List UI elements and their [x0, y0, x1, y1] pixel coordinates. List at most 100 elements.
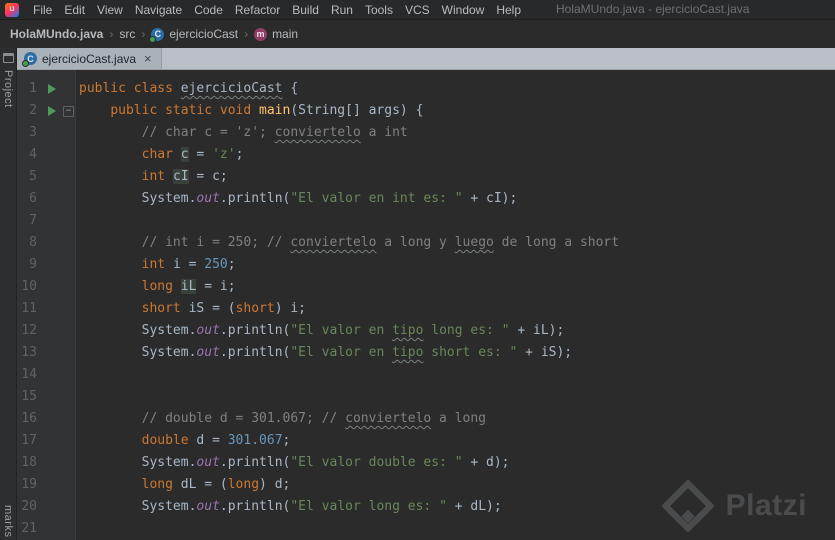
code-line-15[interactable] [79, 386, 835, 408]
code-line-8[interactable]: // int i = 250; // conviertelo a long y … [79, 232, 835, 254]
code-token: out [196, 191, 220, 206]
code-line-3[interactable]: // char c = 'z'; conviertelo a int [79, 122, 835, 144]
line-number: 11 [21, 301, 37, 316]
gutter-line-8: 8 [17, 232, 75, 254]
code-line-2[interactable]: public static void main(String[] args) { [79, 100, 835, 122]
code-token: (String[] args) { [290, 103, 424, 118]
breadcrumb-item-holamundo.java[interactable]: HolaMUndo.java [8, 27, 105, 41]
code-line-4[interactable]: char c = 'z'; [79, 144, 835, 166]
code-line-18[interactable]: System.out.println("El valor double es: … [79, 452, 835, 474]
menu-items: File Edit View Navigate Code Refactor Build Run… [27, 0, 527, 19]
code-token: conviertelo [345, 411, 432, 426]
class-icon: C [22, 52, 37, 67]
code-token: long es: " [423, 323, 510, 338]
menu-file[interactable]: File [27, 0, 58, 20]
fold-collapse-icon[interactable] [63, 106, 74, 117]
code-token: .println( [219, 345, 291, 360]
code-line-13[interactable]: System.out.println("El valor en tipo sho… [79, 342, 835, 364]
menu-run[interactable]: Run [325, 0, 359, 20]
toolwindow-button-bookmarks[interactable]: marks [2, 505, 14, 537]
code-token: conviertelo [290, 235, 377, 250]
gutter-line-7: 7 [17, 210, 75, 232]
code-token: out [196, 345, 220, 360]
line-number: 5 [29, 169, 37, 184]
code-token: "El valor en [290, 345, 393, 360]
code-line-17[interactable]: double d = 301.067; [79, 430, 835, 452]
main-area: Project marks C ejercicioCast.java × 123… [0, 48, 835, 540]
ide-window: IJ File Edit View Navigate Code Refactor Build… [0, 0, 835, 540]
code-line-16[interactable]: // double d = 301.067; // conviertelo a … [79, 408, 835, 430]
code-token: .println( [219, 499, 291, 514]
code-token: ; [282, 433, 291, 448]
menu-tools[interactable]: Tools [359, 0, 399, 20]
code-line-19[interactable]: long dL = (long) d; [79, 474, 835, 496]
breadcrumb-item-ejerciciocast[interactable]: CejercicioCast [149, 27, 240, 43]
code-token: short es: " [423, 345, 518, 360]
code-line-9[interactable]: int i = 250; [79, 254, 835, 276]
code-line-14[interactable] [79, 364, 835, 386]
gutter-line-14: 14 [17, 364, 75, 386]
code-token: cI [172, 169, 189, 184]
run-icon[interactable] [48, 84, 56, 94]
toolwindow-button-project[interactable]: Project [2, 70, 14, 108]
menu-bar: IJ File Edit View Navigate Code Refactor Build… [0, 0, 835, 20]
editor[interactable]: 123456789101112131415161718192021 public… [17, 70, 835, 540]
code-line-12[interactable]: System.out.println("El valor en tipo lon… [79, 320, 835, 342]
code-line-10[interactable]: long iL = i; [79, 276, 835, 298]
breadcrumb-item-main[interactable]: m main [252, 27, 300, 41]
code-area[interactable]: public class ejercicioCast { public stat… [76, 70, 835, 540]
code-line-11[interactable]: short iS = (short) i; [79, 298, 835, 320]
menu-edit[interactable]: Edit [58, 0, 91, 20]
code-line-20[interactable]: System.out.println("El valor long es: " … [79, 496, 835, 518]
project-toolwindow-icon[interactable] [3, 53, 14, 63]
code-line-7[interactable] [79, 210, 835, 232]
code-line-21[interactable] [79, 518, 835, 540]
code-token: = i; [196, 279, 236, 294]
line-number: 15 [21, 389, 37, 404]
code-token: c [180, 147, 189, 162]
code-line-6[interactable]: System.out.println("El valor en int es: … [79, 188, 835, 210]
code-token: public static void [110, 103, 260, 118]
code-token: main [259, 103, 291, 118]
code-token: // int i = 250; // [141, 235, 291, 250]
code-token: + iL); [509, 323, 565, 338]
breadcrumb-separator: › [109, 27, 114, 41]
line-number: 8 [29, 235, 37, 250]
breadcrumb: HolaMUndo.java › src › CejercicioCast › m main [0, 20, 835, 48]
code-token: a long [431, 411, 487, 426]
code-token: out [196, 455, 220, 470]
menu-window[interactable]: Window [436, 0, 491, 20]
gutter-line-2: 2 [17, 100, 75, 122]
code-token: int [141, 169, 173, 184]
code-token: long [141, 279, 181, 294]
class-icon: C [149, 27, 165, 43]
line-number: 18 [21, 455, 37, 470]
code-token: luego [454, 235, 494, 250]
menu-help[interactable]: Help [490, 0, 527, 20]
menu-code[interactable]: Code [188, 0, 229, 20]
run-icon[interactable] [48, 106, 56, 116]
tab-ejerciciocast-java[interactable]: C ejercicioCast.java × [17, 48, 162, 69]
code-line-5[interactable]: int cI = c; [79, 166, 835, 188]
code-line-1[interactable]: public class ejercicioCast { [79, 78, 835, 100]
line-number: 12 [21, 323, 37, 338]
code-token: System. [141, 323, 197, 338]
menu-view[interactable]: View [91, 0, 129, 20]
line-number: 2 [29, 103, 37, 118]
tab-label: ejercicioCast.java [42, 51, 137, 66]
tab-close-icon[interactable]: × [144, 52, 152, 65]
breadcrumb-item-src[interactable]: src [117, 27, 137, 41]
editor-gutter[interactable]: 123456789101112131415161718192021 [17, 70, 76, 540]
code-token: out [196, 323, 220, 338]
menu-refactor[interactable]: Refactor [229, 0, 286, 20]
menu-navigate[interactable]: Navigate [129, 0, 188, 20]
gutter-line-21: 21 [17, 518, 75, 540]
menu-build[interactable]: Build [286, 0, 325, 20]
menu-vcs[interactable]: VCS [399, 0, 436, 20]
gutter-line-11: 11 [17, 298, 75, 320]
